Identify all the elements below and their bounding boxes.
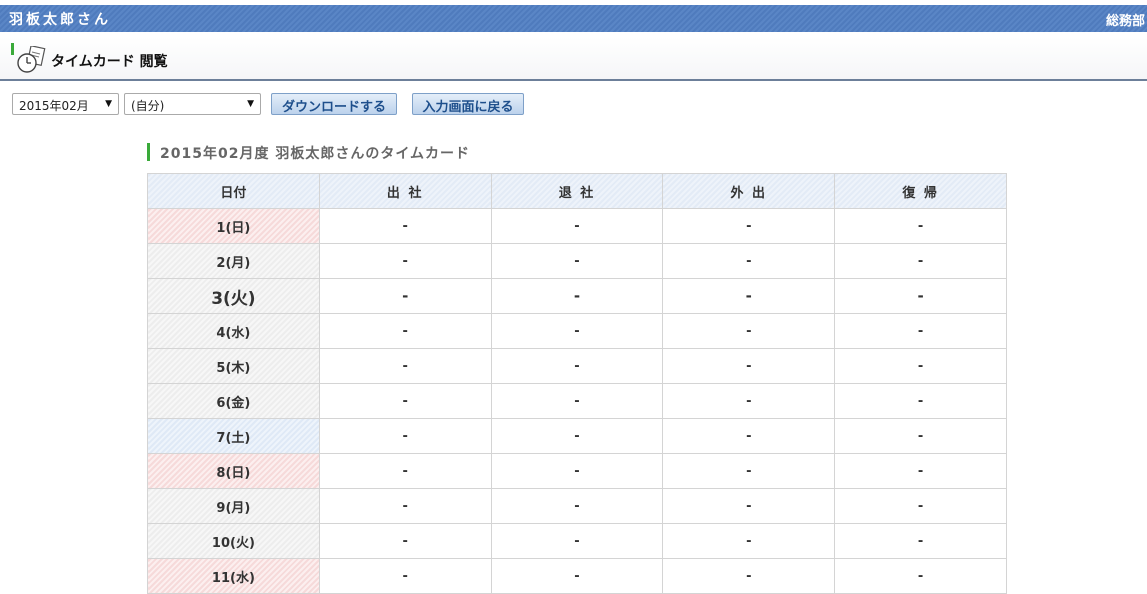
row-clock-out: -: [490, 348, 664, 384]
row-away: -: [662, 243, 836, 279]
column-header-clock-in: 出 社: [318, 173, 492, 209]
row-away: -: [662, 278, 836, 314]
user-name: 羽板太郎さん: [9, 12, 111, 28]
table-row: 9(月) - - - -: [147, 488, 1007, 524]
row-away: -: [662, 488, 836, 524]
table-row: 1(日) - - - -: [147, 208, 1007, 244]
row-return: -: [834, 243, 1007, 279]
row-clock-out: -: [490, 523, 664, 559]
row-clock-in: -: [318, 558, 492, 594]
row-return: -: [834, 278, 1007, 314]
row-clock-in: -: [318, 313, 492, 349]
row-date: 9(月): [147, 488, 320, 524]
row-away: -: [662, 313, 836, 349]
back-to-input-button[interactable]: 入力画面に戻る: [412, 93, 524, 115]
row-return: -: [834, 523, 1007, 559]
row-return: -: [834, 418, 1007, 454]
row-clock-in: -: [318, 488, 492, 524]
row-date: 3(火): [147, 278, 320, 314]
row-clock-in: -: [318, 453, 492, 489]
row-clock-out: -: [490, 243, 664, 279]
row-clock-in: -: [318, 523, 492, 559]
row-away: -: [662, 348, 836, 384]
table-row: 3(火) - - - -: [147, 278, 1007, 314]
triangle-down-icon: ▼: [247, 99, 254, 109]
column-header-away: 外 出: [662, 173, 836, 209]
column-header-return: 復 帰: [834, 173, 1007, 209]
row-return: -: [834, 348, 1007, 384]
row-return: -: [834, 453, 1007, 489]
row-away: -: [662, 418, 836, 454]
column-header-date: 日付: [147, 173, 320, 209]
row-clock-out: -: [490, 558, 664, 594]
person-select[interactable]: (自分) ▼: [124, 93, 261, 115]
row-return: -: [834, 383, 1007, 419]
row-clock-out: -: [490, 383, 664, 419]
triangle-down-icon: ▼: [105, 99, 112, 109]
row-clock-in: -: [318, 208, 492, 244]
row-clock-out: -: [490, 418, 664, 454]
month-select-value: 2015年02月: [19, 99, 89, 113]
row-clock-out: -: [490, 208, 664, 244]
table-row: 10(火) - - - -: [147, 523, 1007, 559]
row-clock-in: -: [318, 243, 492, 279]
row-clock-in: -: [318, 278, 492, 314]
row-date: 7(土): [147, 418, 320, 454]
section-title: タイムカード 閲覧: [51, 54, 168, 70]
row-date: 2(月): [147, 243, 320, 279]
row-away: -: [662, 453, 836, 489]
row-away: -: [662, 523, 836, 559]
table-row: 8(日) - - - -: [147, 453, 1007, 489]
row-return: -: [834, 313, 1007, 349]
download-button[interactable]: ダウンロードする: [271, 93, 397, 115]
row-clock-out: -: [490, 278, 664, 314]
section-accent-mark: [11, 43, 14, 55]
row-date: 8(日): [147, 453, 320, 489]
person-select-value: (自分): [131, 99, 165, 113]
table-row: 2(月) - - - -: [147, 243, 1007, 279]
row-return: -: [834, 558, 1007, 594]
row-clock-out: -: [490, 453, 664, 489]
section-header: タイムカード 閲覧: [0, 37, 1147, 81]
row-clock-in: -: [318, 418, 492, 454]
row-date: 1(日): [147, 208, 320, 244]
month-select[interactable]: 2015年02月 ▼: [12, 93, 119, 115]
row-clock-out: -: [490, 313, 664, 349]
row-clock-in: -: [318, 348, 492, 384]
top-bar: 羽板太郎さん 総務部: [0, 5, 1147, 32]
row-clock-in: -: [318, 383, 492, 419]
table-row: 11(水) - - - -: [147, 558, 1007, 594]
table-row: 5(木) - - - -: [147, 348, 1007, 384]
table-header-row: 日付 出 社 退 社 外 出 復 帰: [147, 173, 1007, 209]
table-row: 6(金) - - - -: [147, 383, 1007, 419]
department-label: 総務部: [1105, 14, 1145, 29]
row-away: -: [662, 383, 836, 419]
table-row: 4(水) - - - -: [147, 313, 1007, 349]
clock-timecard-icon: [15, 45, 47, 78]
timecard-caption: 2015年02月度 羽板太郎さんのタイムカード: [147, 143, 470, 162]
row-away: -: [662, 208, 836, 244]
row-date: 10(火): [147, 523, 320, 559]
row-date: 11(水): [147, 558, 320, 594]
table-row: 7(土) - - - -: [147, 418, 1007, 454]
timecard-table: 日付 出 社 退 社 外 出 復 帰 1(日) - - - - 2(月) - -…: [147, 173, 1007, 594]
column-header-clock-out: 退 社: [490, 173, 664, 209]
row-clock-out: -: [490, 488, 664, 524]
row-date: 4(水): [147, 313, 320, 349]
row-return: -: [834, 208, 1007, 244]
row-date: 6(金): [147, 383, 320, 419]
row-away: -: [662, 558, 836, 594]
row-date: 5(木): [147, 348, 320, 384]
row-return: -: [834, 488, 1007, 524]
